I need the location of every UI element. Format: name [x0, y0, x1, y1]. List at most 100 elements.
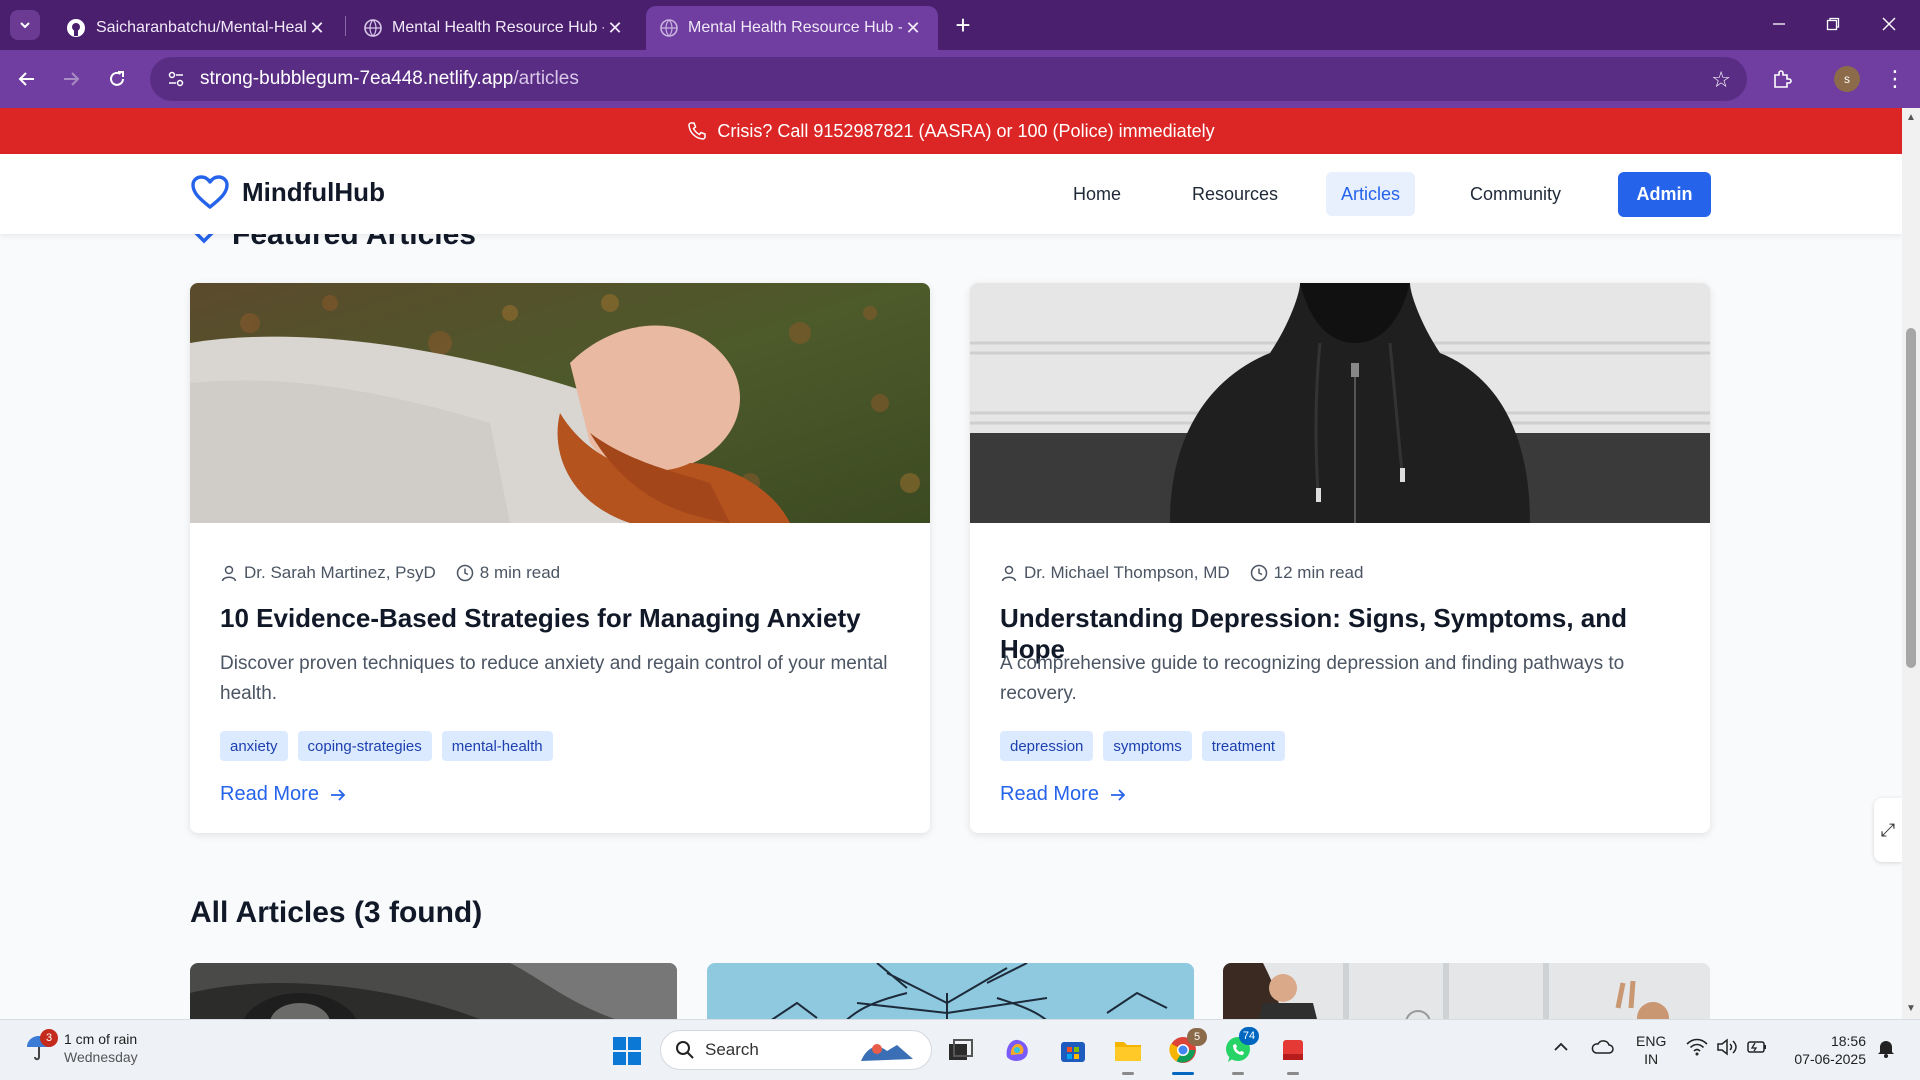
plus-icon: +	[955, 9, 971, 40]
windows-taskbar: 3 1 cm of rain Wednesday Search 5 74 ENG…	[0, 1019, 1920, 1080]
store-icon	[1061, 1042, 1085, 1062]
restore-button[interactable]	[1810, 8, 1856, 40]
close-window-button[interactable]	[1866, 8, 1912, 40]
article-author: Dr. Sarah Martinez, PsyD	[220, 563, 436, 583]
copilot-app[interactable]	[999, 1032, 1035, 1068]
nav-articles[interactable]: Articles	[1326, 172, 1416, 216]
weather-text: 1 cm of rain Wednesday	[64, 1030, 138, 1066]
tag[interactable]: mental-health	[441, 731, 553, 761]
search-icon	[676, 1041, 694, 1059]
close-icon[interactable]: ✕	[306, 18, 328, 39]
minimize-button[interactable]	[1756, 8, 1802, 40]
browser-tab-github[interactable]: Saicharanbatchu/Mental-Health-Resource-H…	[52, 6, 342, 50]
article-card-image-motorcycle[interactable]	[190, 963, 677, 1019]
read-more-link[interactable]: Read More	[1000, 783, 1127, 806]
umbrella-icon: 3	[24, 1029, 58, 1063]
app-red-icon	[1283, 1040, 1303, 1060]
nav-community[interactable]: Community	[1455, 172, 1576, 216]
read-more-link[interactable]: Read More	[220, 783, 347, 806]
browser-menu-button[interactable]: ⋮	[1880, 64, 1910, 94]
featured-article-card[interactable]: Dr. Sarah Martinez, PsyD 8 min read 10 E…	[190, 283, 930, 833]
crisis-text: Crisis? Call 9152987821 (AASRA) or 100 (…	[717, 120, 1215, 141]
browser-tab-strip: Saicharanbatchu/Mental-Health-Resource-H…	[0, 0, 1920, 50]
new-tab-button[interactable]: +	[948, 10, 978, 40]
reload-button[interactable]	[102, 64, 132, 94]
article-card-image-people-talking[interactable]	[1223, 963, 1710, 1019]
notifications-bell-icon[interactable]	[1876, 1038, 1896, 1063]
taskbar-clock[interactable]: 18:56 07-06-2025	[1786, 1032, 1866, 1068]
featured-article-card[interactable]: Dr. Michael Thompson, MD 12 min read Und…	[970, 283, 1710, 833]
start-button[interactable]	[612, 1036, 642, 1071]
browser-tab-hub-active[interactable]: Mental Health Resource Hub - Support ✕	[646, 6, 938, 50]
tag[interactable]: anxiety	[220, 731, 288, 761]
admin-button[interactable]: Admin	[1618, 172, 1711, 217]
task-view-icon	[949, 1039, 973, 1060]
forward-button[interactable]	[56, 64, 86, 94]
scroll-down-icon[interactable]: ▼	[1905, 1003, 1917, 1015]
tab-search-button[interactable]	[10, 10, 40, 40]
bookmark-star-icon[interactable]: ☆	[1711, 67, 1731, 93]
profile-avatar[interactable]: s	[1834, 66, 1860, 92]
search-label: Search	[705, 1040, 759, 1059]
microsoft-store-app[interactable]	[1055, 1032, 1091, 1068]
chevron-down-icon	[20, 22, 30, 29]
tag[interactable]: symptoms	[1103, 731, 1192, 761]
copilot-icon	[1006, 1039, 1028, 1061]
read-time: 8 min read	[479, 563, 561, 582]
task-view-button[interactable]	[943, 1032, 979, 1068]
taskbar-search[interactable]: Search	[660, 1030, 932, 1070]
battery-icon[interactable]	[1746, 1038, 1768, 1061]
close-icon[interactable]: ✕	[604, 18, 626, 39]
site-info-icon[interactable]	[164, 67, 188, 91]
article-title[interactable]: 10 Evidence-Based Strategies for Managin…	[220, 603, 910, 634]
tag[interactable]: coping-strategies	[297, 731, 432, 761]
file-explorer-app[interactable]	[1110, 1032, 1146, 1068]
globe-icon	[660, 19, 678, 37]
user-icon	[1001, 565, 1017, 582]
onedrive-icon[interactable]	[1590, 1038, 1614, 1061]
article-image-person-in-hoodie	[970, 283, 1710, 523]
extensions-button[interactable]	[1767, 64, 1797, 94]
back-button[interactable]	[12, 64, 42, 94]
arrow-left-icon	[18, 72, 34, 86]
logo-text: MindfulHub	[242, 176, 385, 207]
nav-resources[interactable]: Resources	[1177, 172, 1293, 216]
scroll-up-icon[interactable]: ▲	[1905, 112, 1917, 124]
article-card-image-tree[interactable]	[707, 963, 1194, 1019]
wifi-icon[interactable]	[1686, 1038, 1708, 1061]
region-code: IN	[1644, 1051, 1659, 1067]
search-highlight-icon	[861, 1044, 913, 1061]
folder-icon	[1115, 1042, 1141, 1061]
puzzle-icon	[1774, 70, 1792, 88]
volume-icon[interactable]	[1716, 1038, 1738, 1061]
profile-initial: s	[1844, 72, 1850, 86]
close-icon[interactable]: ✕	[902, 18, 924, 39]
tab-title: Saicharanbatchu/Mental-Health-Resource-H…	[96, 19, 306, 36]
side-feedback-tab[interactable]: ⤢	[1874, 798, 1902, 862]
close-icon	[1882, 17, 1896, 31]
restore-icon	[1826, 17, 1840, 31]
browser-tab-hub-1[interactable]: Mental Health Resource Hub - Support ✕	[350, 6, 640, 50]
app-running-indicator	[1232, 1072, 1244, 1075]
weather-widget[interactable]: 3 1 cm of rain Wednesday	[24, 1029, 138, 1066]
article-description: A comprehensive guide to recognizing dep…	[1000, 653, 1625, 704]
heart-icon	[191, 175, 229, 209]
github-icon	[67, 19, 85, 37]
windows-logo-icon	[613, 1037, 641, 1065]
language-code: ENG	[1636, 1033, 1667, 1049]
site-logo[interactable]: MindfulHub	[190, 174, 385, 210]
page-scrollbar[interactable]: ▲ ▼	[1902, 108, 1920, 1019]
globe-icon	[364, 19, 382, 37]
address-bar[interactable]: strong-bubblegum-7ea448.netlify.app/arti…	[150, 57, 1747, 101]
language-indicator[interactable]: ENG IN	[1636, 1032, 1666, 1068]
scroll-thumb[interactable]	[1906, 328, 1916, 668]
address-url: strong-bubblegum-7ea448.netlify.app/arti…	[200, 68, 579, 90]
red-app[interactable]	[1275, 1032, 1311, 1068]
article-meta: Dr. Michael Thompson, MD 12 min read	[1000, 563, 1383, 583]
page-viewport: Crisis? Call 9152987821 (AASRA) or 100 (…	[0, 108, 1902, 1019]
tag[interactable]: depression	[1000, 731, 1094, 761]
nav-home[interactable]: Home	[1058, 172, 1136, 216]
app-active-indicator	[1172, 1072, 1194, 1075]
tag[interactable]: treatment	[1201, 731, 1286, 761]
tray-overflow-icon[interactable]	[1552, 1038, 1570, 1061]
